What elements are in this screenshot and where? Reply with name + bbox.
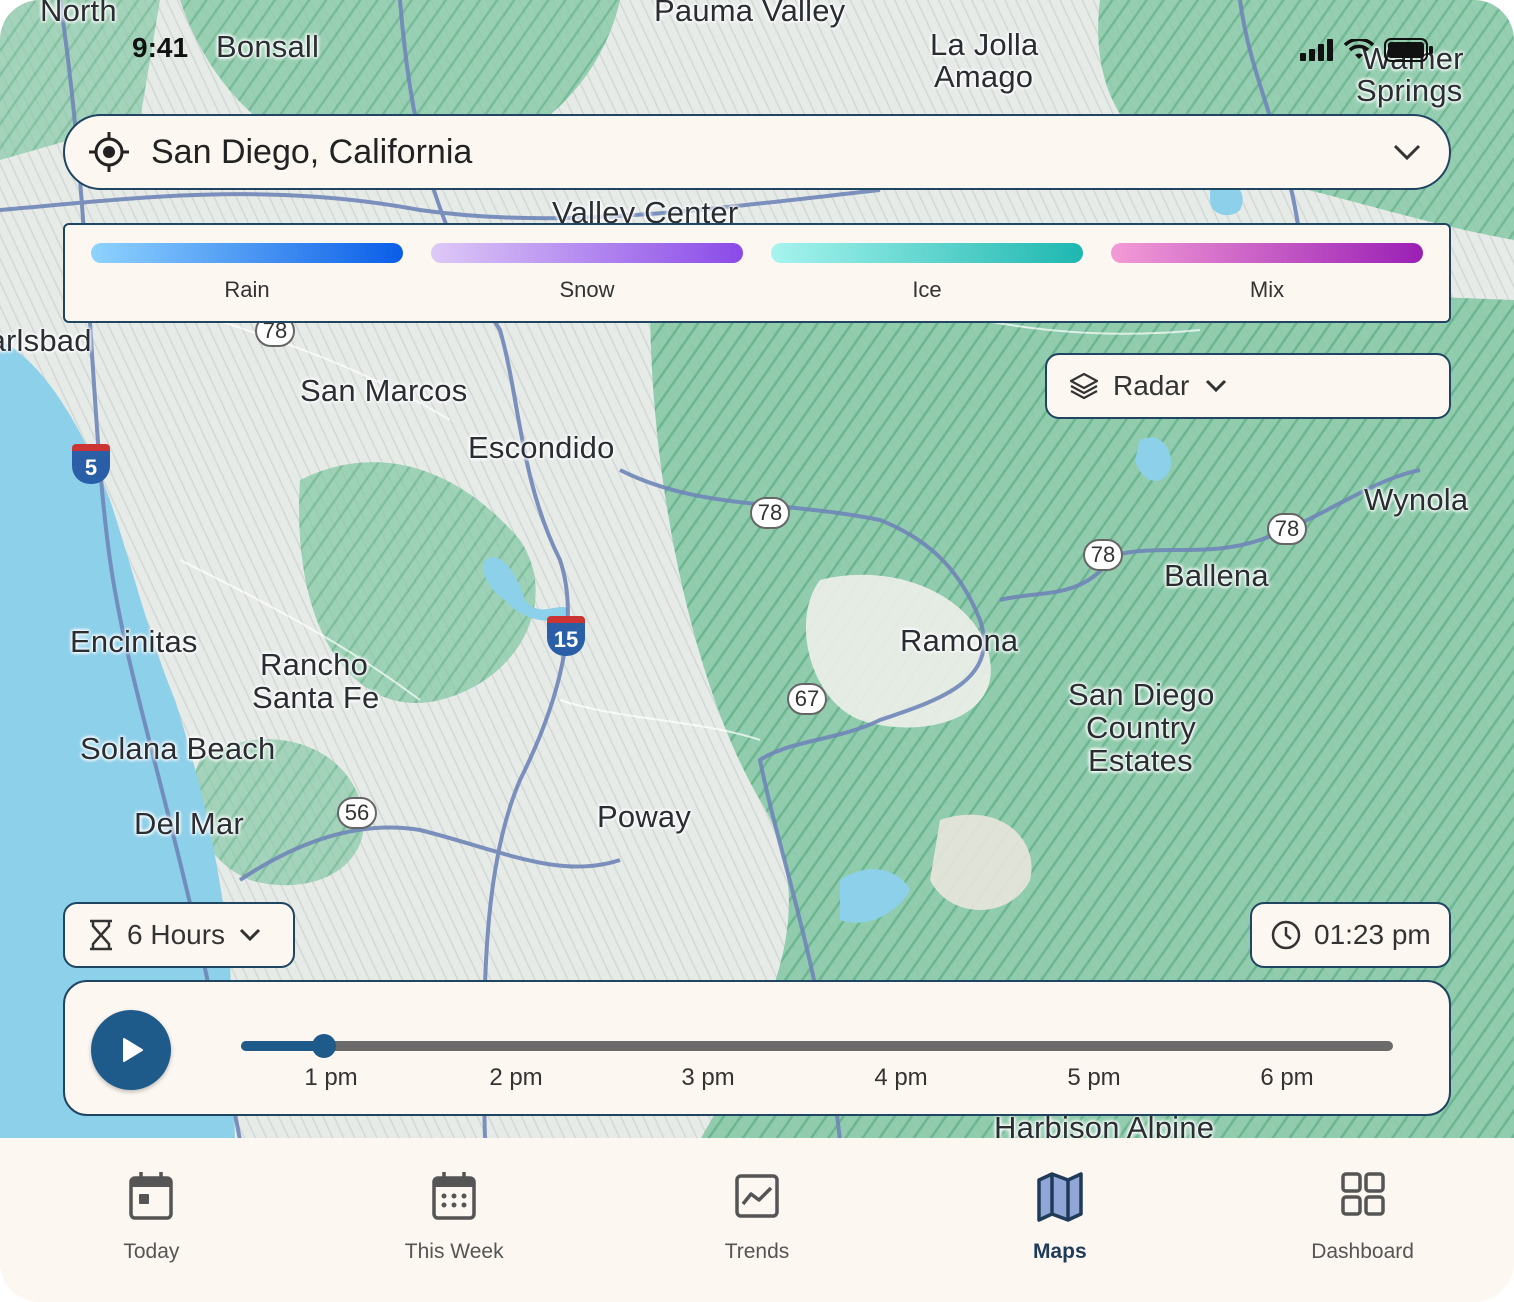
map-label: Poway — [597, 799, 692, 834]
legend-bar — [91, 243, 403, 263]
map-label: Santa Fe — [252, 680, 380, 715]
map-layer-select[interactable]: Radar — [1045, 353, 1451, 419]
chevron-down-icon — [1206, 379, 1227, 393]
layer-value: Radar — [1113, 370, 1190, 401]
nav-label: Trends — [724, 1240, 790, 1263]
map-icon — [1037, 1172, 1083, 1222]
nav-item-this-week[interactable]: This Week — [304, 1170, 604, 1264]
legend-label: Snow — [559, 277, 615, 302]
layers-icon — [1069, 372, 1099, 400]
timeline-tick: 1 pm — [304, 1064, 358, 1091]
route-shield: 67 — [787, 683, 827, 715]
legend-item-ice: Ice — [771, 243, 1083, 321]
bottom-navigation: Today This Week Trends Maps Dashboard — [0, 1138, 1514, 1302]
map-label: Ramona — [900, 623, 1019, 658]
battery-icon — [1384, 38, 1433, 62]
trend-chart-icon — [735, 1174, 779, 1218]
route-shield: 78 — [750, 497, 790, 529]
dashboard-grid-icon — [1340, 1172, 1385, 1216]
radar-timeline: 1 pm 2 pm 3 pm 4 pm 5 pm 6 pm — [63, 980, 1451, 1116]
app-root: North Bonsall Pauma Valley La Jolla Amag… — [0, 0, 1514, 1302]
map-label: Escondido — [468, 430, 615, 465]
map-label: Del Mar — [134, 806, 244, 841]
map-label: Carlsbad — [0, 323, 92, 358]
hourglass-icon — [90, 919, 112, 951]
map-label: San Marcos — [300, 373, 468, 408]
map-label: Solana Beach — [80, 731, 276, 766]
map-label: North — [40, 0, 117, 28]
duration-select[interactable]: 6 Hours — [63, 902, 295, 968]
calendar-day-icon — [129, 1172, 174, 1220]
precipitation-legend: Rain Snow Ice Mix — [63, 223, 1451, 323]
timeline-slider[interactable] — [241, 1034, 1393, 1058]
legend-bar — [1111, 243, 1423, 263]
interstate-shield: 15 — [547, 616, 585, 656]
map-label: Springs — [1356, 73, 1463, 108]
legend-item-rain: Rain — [91, 243, 403, 321]
cellular-signal-icon — [1300, 39, 1333, 61]
map-label: Bonsall — [216, 29, 320, 64]
timeline-tick: 5 pm — [1067, 1064, 1121, 1091]
map-label: La Jolla — [930, 27, 1039, 62]
legend-item-mix: Mix — [1111, 243, 1423, 321]
legend-label: Ice — [912, 277, 942, 302]
nav-label: This Week — [404, 1240, 504, 1263]
status-time: 9:41 — [132, 32, 189, 63]
legend-label: Mix — [1249, 277, 1285, 302]
route-shield: 78 — [1083, 539, 1123, 571]
play-button[interactable] — [91, 1010, 171, 1090]
map-label: Pauma Valley — [654, 0, 846, 28]
gps-target-icon — [89, 132, 129, 172]
map-label: Ballena — [1164, 558, 1269, 593]
legend-bar — [431, 243, 743, 263]
chevron-down-icon — [239, 928, 261, 942]
map-label: Rancho — [260, 647, 369, 682]
legend-label: Rain — [224, 277, 270, 302]
map-label: Wynola — [1364, 482, 1469, 517]
nav-item-maps[interactable]: Maps — [910, 1170, 1210, 1264]
location-select[interactable]: San Diego, California — [63, 114, 1451, 190]
nav-label: Maps — [1032, 1240, 1087, 1263]
legend-bar — [771, 243, 1083, 263]
timeline-tick: 2 pm — [489, 1064, 543, 1091]
time-value: 01:23 pm — [1314, 919, 1431, 950]
clock-icon — [1271, 920, 1301, 950]
legend-item-snow: Snow — [431, 243, 743, 321]
calendar-week-icon — [432, 1172, 476, 1220]
status-icons — [1300, 38, 1434, 62]
map-label: Encinitas — [70, 624, 198, 659]
wifi-icon — [1344, 39, 1374, 59]
timeline-tick: 6 pm — [1260, 1064, 1314, 1091]
nav-label: Today — [123, 1240, 180, 1263]
timeline-tick: 3 pm — [681, 1064, 735, 1091]
current-time-display[interactable]: 01:23 pm — [1250, 902, 1451, 968]
nav-label: Dashboard — [1311, 1240, 1414, 1263]
play-icon — [123, 1038, 143, 1062]
timeline-thumb[interactable] — [311, 1034, 336, 1058]
nav-item-trends[interactable]: Trends — [607, 1170, 907, 1264]
route-shield: 78 — [1267, 513, 1307, 545]
map-label: Amago — [934, 59, 1034, 94]
nav-item-dashboard[interactable]: Dashboard — [1213, 1170, 1513, 1264]
nav-item-today[interactable]: Today — [1, 1170, 301, 1264]
duration-value: 6 Hours — [127, 919, 226, 950]
map-label: Estates — [1088, 743, 1193, 778]
map-label: Country — [1086, 710, 1196, 745]
route-shield: 56 — [337, 797, 377, 829]
location-value: San Diego, California — [151, 132, 473, 171]
timeline-tick: 4 pm — [874, 1064, 928, 1091]
interstate-shield: 5 — [72, 444, 110, 484]
chevron-down-icon — [1393, 144, 1421, 161]
map-label: San Diego — [1068, 677, 1215, 712]
